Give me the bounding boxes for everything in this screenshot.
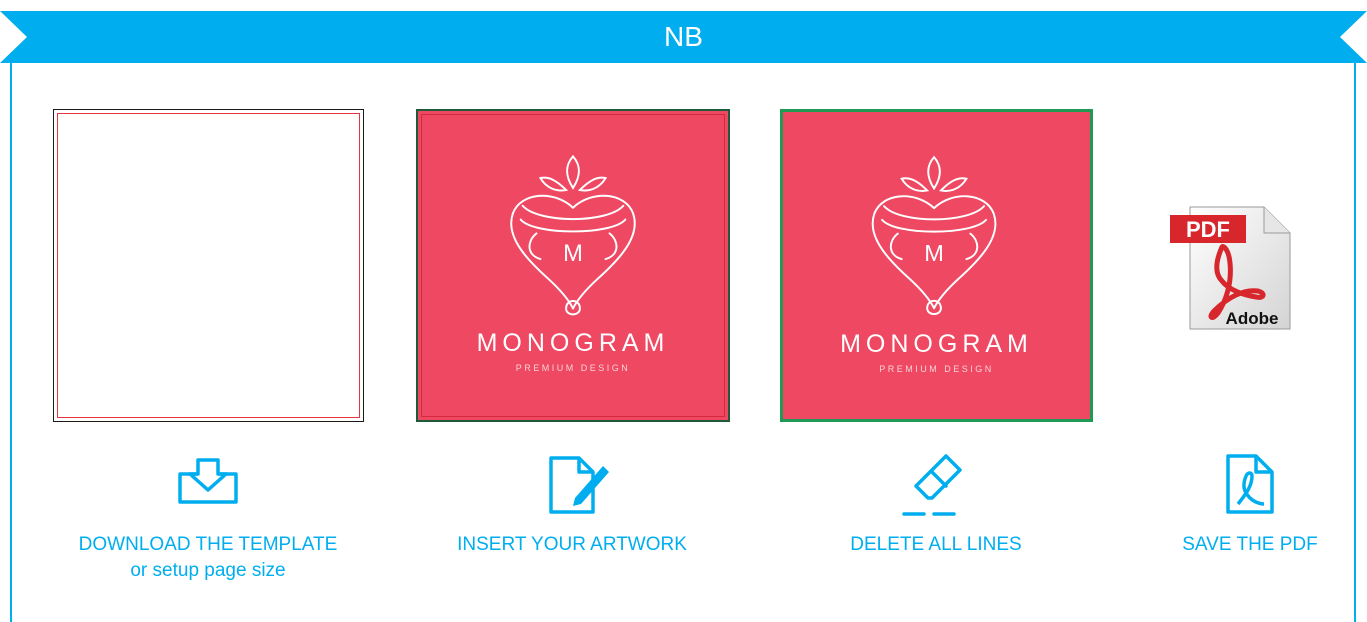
edit-document-icon[interactable] <box>545 452 609 516</box>
artwork-preview-clean: M MONOGRAM PREMIUM DESIGN <box>780 109 1093 422</box>
adobe-pdf-file-icon: PDF Adobe <box>1170 206 1291 330</box>
artwork-subtitle: PREMIUM DESIGN <box>515 363 631 373</box>
artwork-title: MONOGRAM <box>476 329 670 357</box>
pdf-document-icon[interactable] <box>1224 452 1276 516</box>
artwork-subtitle: PREMIUM DESIGN <box>879 364 994 374</box>
step-label-download: DOWNLOAD THE TEMPLATE or setup page size <box>58 532 358 584</box>
eraser-icon[interactable] <box>902 452 974 516</box>
monogram-initial: M <box>924 240 944 266</box>
monogram-initial: M <box>563 241 583 267</box>
step-label-delete: DELETE ALL LINES <box>786 532 1086 558</box>
pdf-badge-text: PDF <box>1186 217 1230 242</box>
step-title: SAVE THE PDF <box>1182 534 1318 555</box>
page-title: NB <box>664 21 703 52</box>
step-title: DELETE ALL LINES <box>850 534 1022 555</box>
template-preview-blank <box>53 109 364 422</box>
monogram-logo-icon: M <box>510 154 636 316</box>
step-label-insert: INSERT YOUR ARTWORK <box>422 532 722 558</box>
step-label-save: SAVE THE PDF <box>1100 532 1367 558</box>
step-title: INSERT YOUR ARTWORK <box>457 534 687 555</box>
artwork-preview-with-lines: M MONOGRAM PREMIUM DESIGN <box>416 109 730 422</box>
step-subtitle: or setup page size <box>130 560 286 581</box>
pdf-brand-text: Adobe <box>1226 309 1279 328</box>
step-title: DOWNLOAD THE TEMPLATE <box>78 534 338 555</box>
header-banner: NB <box>0 11 1367 63</box>
bleed-line <box>57 113 360 418</box>
download-icon[interactable] <box>176 456 240 504</box>
artwork-title: MONOGRAM <box>840 330 1033 358</box>
